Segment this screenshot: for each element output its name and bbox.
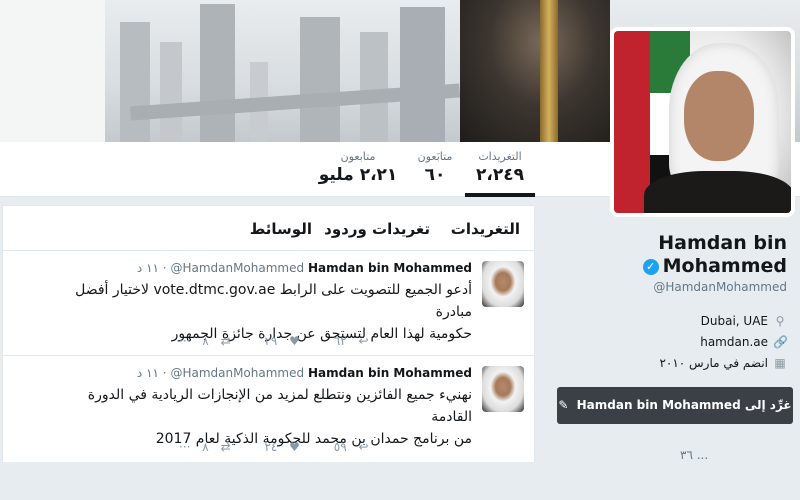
tweet-header: ١١ د · @HamdanMohammed Hamdan bin Mohamm…: [136, 366, 472, 380]
banner-person: [460, 0, 610, 142]
banner-building: [300, 17, 340, 142]
link-icon: 🔗: [773, 335, 788, 349]
tweet-to-label: غرِّد إلى Hamdan bin Mohammed: [576, 398, 792, 412]
verified-badge-icon: ✓: [642, 259, 659, 275]
retweet-count: ٢٩: [264, 334, 278, 348]
profile-handle[interactable]: @HamdanMohammed: [653, 280, 787, 294]
nav-stat-label: التغريدات: [478, 150, 522, 163]
tweet-to-button[interactable]: غرِّد إلى Hamdan bin Mohammed ✎: [557, 387, 793, 424]
reply-icon[interactable]: ↩: [358, 334, 368, 348]
tab-tweets-replies[interactable]: تغريدات وردود: [324, 220, 430, 238]
tweet-time[interactable]: ١١ د: [137, 261, 159, 275]
banner-building: [360, 32, 388, 142]
nav-stat-following[interactable]: متابَعون ٦٠: [410, 150, 460, 185]
location-pin-icon: ⚲: [775, 314, 785, 328]
tweet-avatar[interactable]: [482, 261, 524, 307]
like-count: ٥٩: [333, 440, 347, 454]
profile-website[interactable]: hamdan.ae 🔗: [700, 335, 788, 349]
tweet-avatar[interactable]: [482, 366, 524, 412]
tweet-item[interactable]: ١١ د · @HamdanMohammed Hamdan bin Mohamm…: [3, 356, 534, 466]
heart-icon[interactable]: ♥: [289, 440, 300, 454]
nav-stat-label: متابَعون: [417, 150, 453, 163]
banner-building: [200, 4, 235, 142]
tweet-item[interactable]: ١١ د · @HamdanMohammed Hamdan bin Mohamm…: [3, 251, 534, 356]
retweet-count: ٢٤: [264, 440, 278, 454]
avatar-face: [684, 71, 754, 161]
tweet-text-line: أدعو الجميع للتصويت على الرابط vote.dtmc…: [75, 282, 472, 320]
followers-you-know[interactable]: ٣٦ ...: [680, 448, 708, 462]
tab-tweets[interactable]: التغريدات: [451, 220, 520, 238]
tweet-author-name[interactable]: Hamdan bin Mohammed: [308, 261, 472, 275]
banner-building: [400, 7, 445, 142]
retweet-icon[interactable]: ⇄: [221, 334, 231, 348]
profile-name-line2: Mohammed: [662, 255, 787, 277]
tweet-author-name[interactable]: Hamdan bin Mohammed: [308, 366, 472, 380]
page-bottom-strip: [0, 462, 800, 500]
feather-quill-icon: ✎: [558, 398, 569, 412]
banner-gold-trim: [540, 0, 558, 142]
timeline-tabs: التغريدات تغريدات وردود الوسائط: [3, 206, 534, 251]
avatar-robe: [644, 171, 791, 213]
tweet-header: ١١ د · @HamdanMohammed Hamdan bin Mohamm…: [136, 261, 472, 275]
nav-stat-followers[interactable]: متابعون ٢،٢١ مليو: [318, 150, 398, 185]
nav-stat-tweets[interactable]: التغريدات ٢،٢٤٩: [465, 150, 535, 197]
more-icon[interactable]: ···: [179, 440, 190, 454]
banner-left-blank: [0, 0, 105, 142]
profile-joined: انضم في مارس ٢٠١٠ ▦: [659, 356, 787, 370]
more-icon[interactable]: ···: [179, 334, 190, 348]
banner-building: [120, 22, 150, 142]
nav-stat-value: ٢،٢١ مليو: [318, 165, 398, 185]
location-text: Dubai, UAE: [700, 314, 768, 328]
tab-media[interactable]: الوسائط: [250, 220, 312, 238]
tweet-handle[interactable]: @HamdanMohammed: [170, 261, 304, 275]
tweet-actions: ··· ٥٩ ♥ ٢٤ ⇄ ٨ ↩: [179, 440, 377, 454]
nav-stat-value: ٦٠: [424, 165, 446, 185]
like-count: ٦٢: [333, 334, 347, 348]
profile-location: Dubai, UAE ⚲: [701, 314, 787, 328]
website-link[interactable]: hamdan.ae: [700, 335, 768, 349]
nav-stat-label: متابعون: [340, 150, 376, 163]
nav-stat-value: ٢،٢٤٩: [476, 165, 524, 185]
banner-building: [160, 42, 182, 142]
tweet-actions: ··· ٦٢ ♥ ٢٩ ⇄ ٨ ↩: [179, 334, 377, 348]
retweet-icon[interactable]: ⇄: [221, 440, 231, 454]
reply-count: ٨: [202, 334, 209, 348]
profile-name-line1: Hamdan bin: [658, 232, 787, 254]
profile-avatar[interactable]: [610, 27, 795, 217]
timeline: التغريدات تغريدات وردود الوسائط ١١ د · @…: [2, 205, 535, 465]
heart-icon[interactable]: ♥: [289, 334, 300, 348]
profile-name[interactable]: Hamdan bin ✓ Mohammed: [587, 232, 787, 278]
tweet-time[interactable]: ١١ د: [137, 366, 159, 380]
reply-icon[interactable]: ↩: [358, 440, 368, 454]
reply-count: ٨: [202, 440, 209, 454]
tweet-handle[interactable]: @HamdanMohammed: [170, 366, 304, 380]
calendar-icon: ▦: [774, 356, 786, 370]
tweet-text-line: نهنيء جميع الفائزين ونتطلع لمزيد من الإن…: [87, 387, 472, 425]
joined-text: انضم في مارس ٢٠١٠: [659, 356, 768, 370]
